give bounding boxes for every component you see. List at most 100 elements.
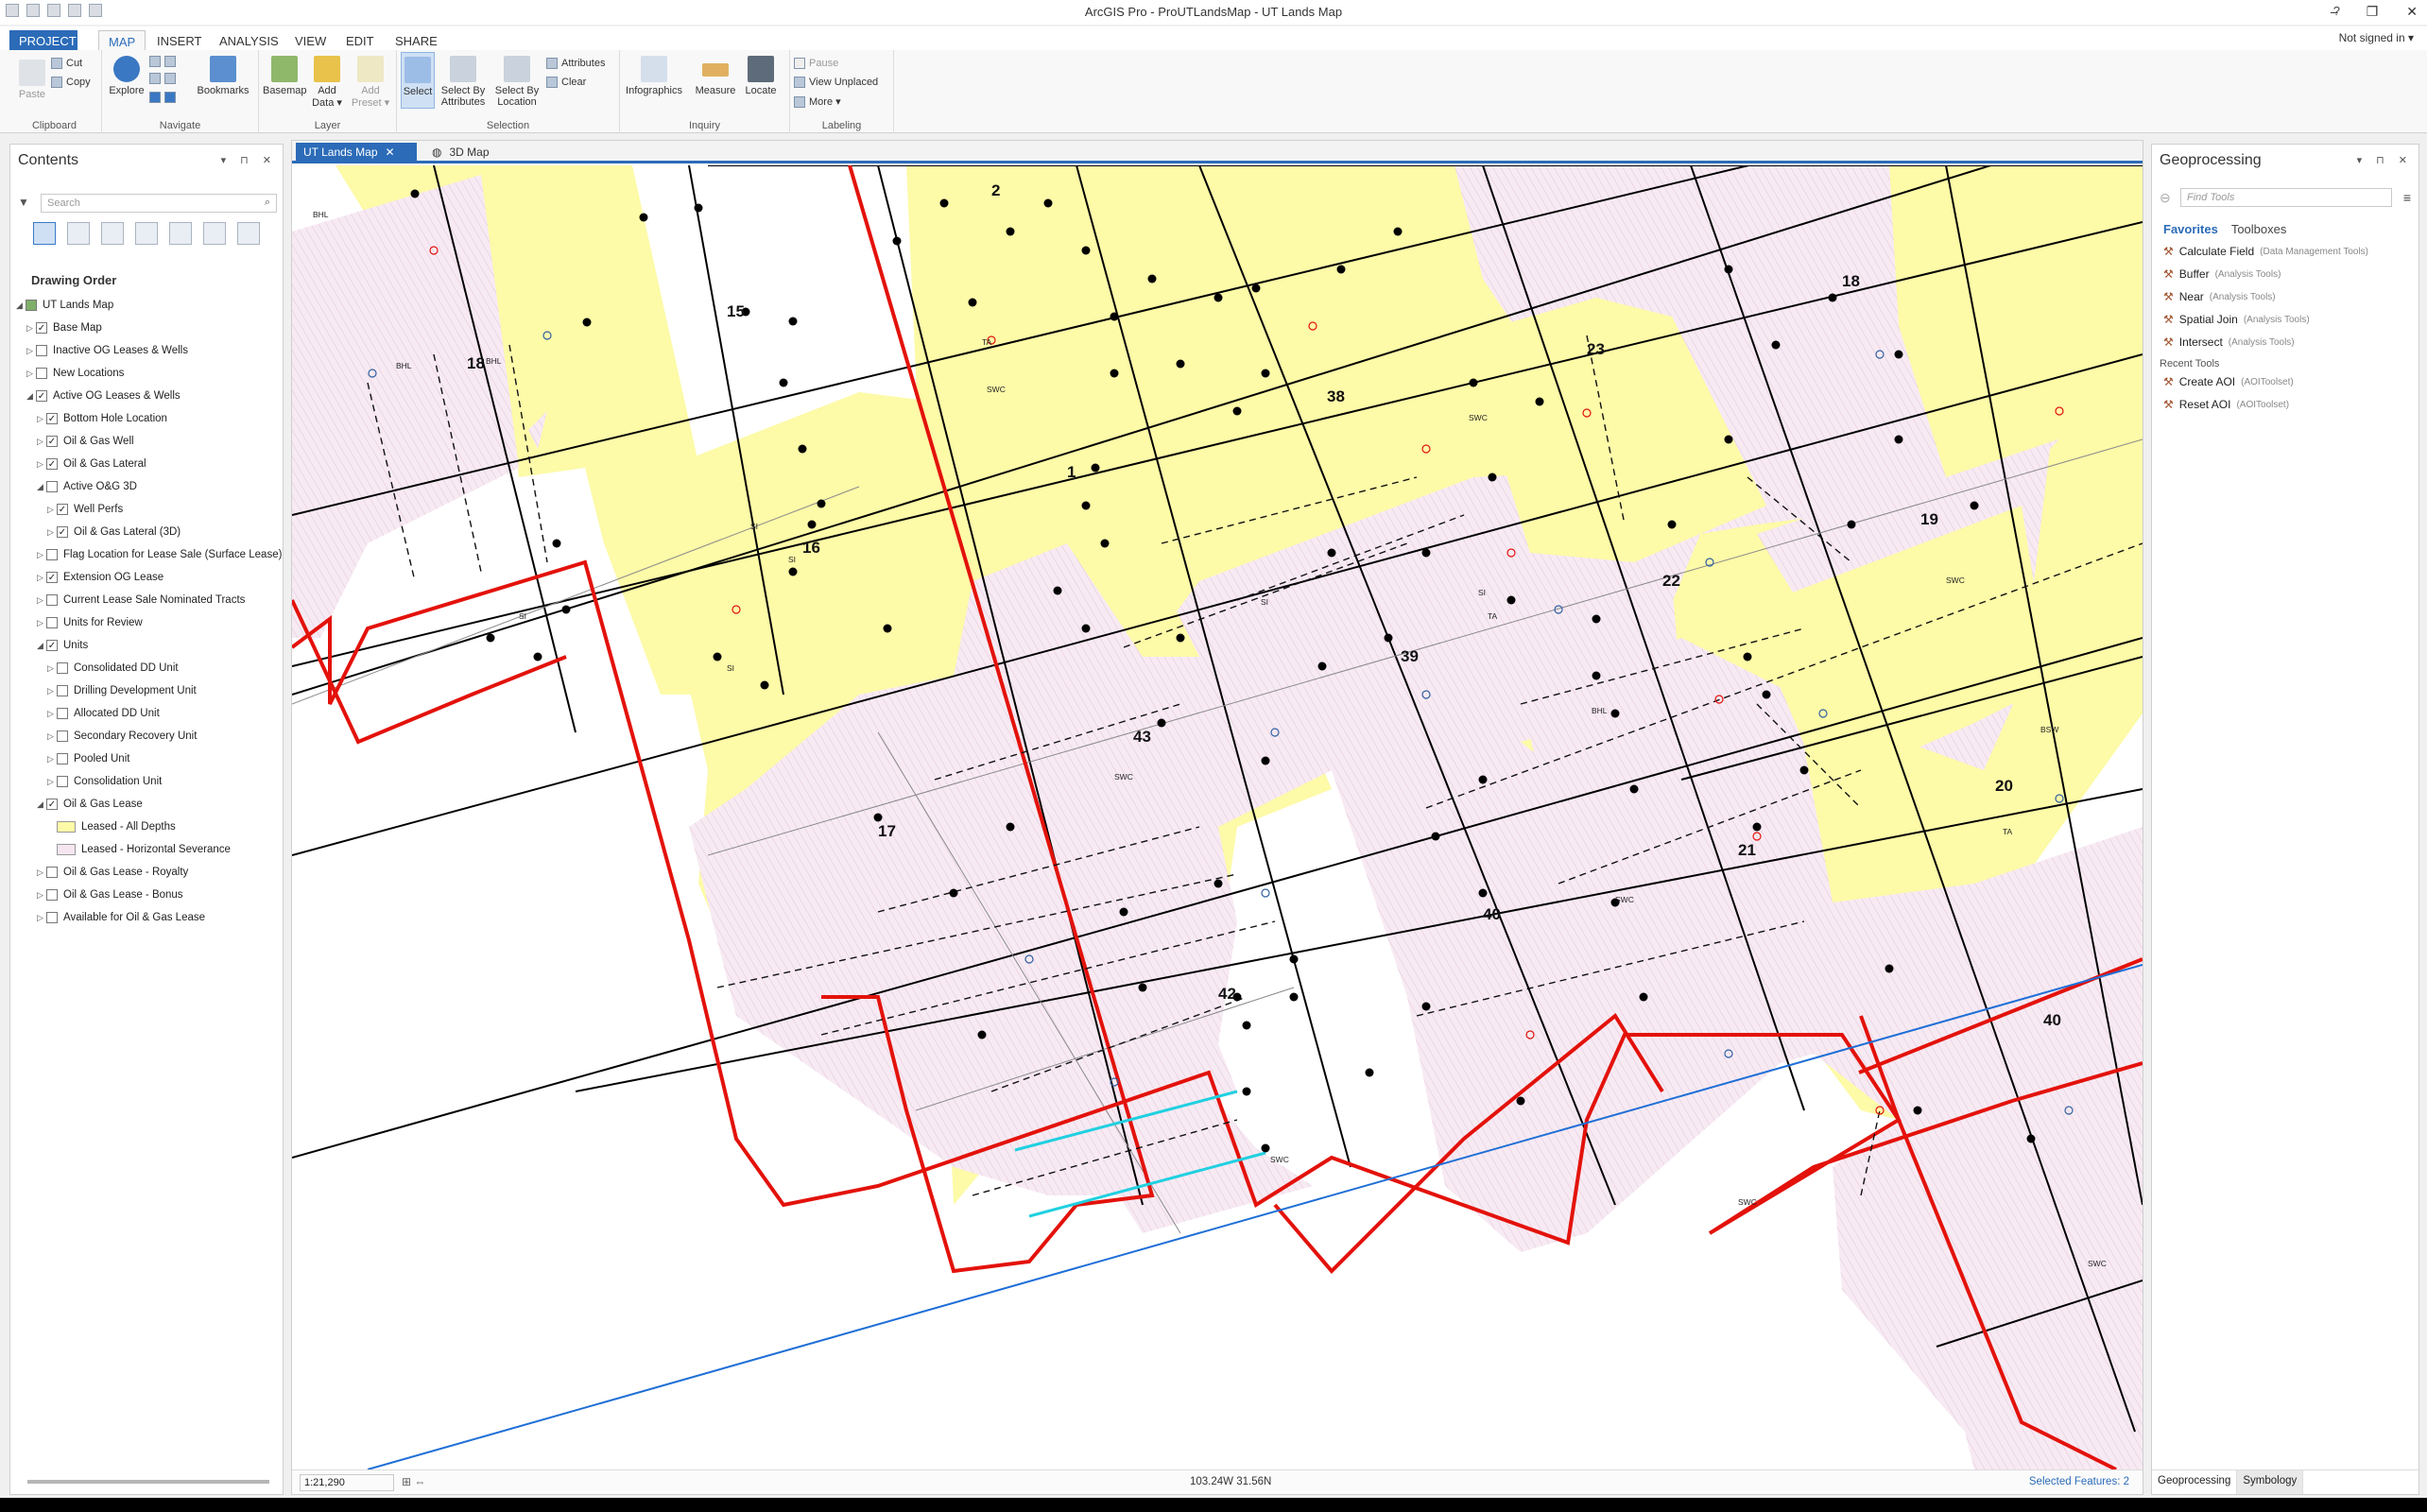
basemap-button[interactable]: Basemap [263,56,306,96]
layer-item[interactable]: ▷ Available for Oil & Gas Lease [37,908,205,927]
visibility-checkbox[interactable] [57,753,68,765]
expand-toggle-icon[interactable]: ▷ [47,686,57,696]
tool-item[interactable]: ⚒ Create AOI (AOIToolset) [2163,375,2294,388]
layer-item[interactable]: ▷ Oil & Gas Lease - Royalty [37,863,188,882]
pane-controls[interactable]: ▾ ⊓ ✕ [221,154,277,166]
layer-item[interactable]: ▷ Consolidated DD Unit [47,659,179,678]
expand-toggle-icon[interactable]: ◢ [26,391,36,402]
layer-item[interactable]: ▷ Secondary Recovery Unit [47,727,197,746]
tool-item[interactable]: ⚒ Calculate Field (Data Management Tools) [2163,245,2368,258]
tab-project[interactable]: PROJECT [9,30,77,51]
list-by-source-icon[interactable] [67,222,90,245]
tool-item[interactable]: ⚒ Spatial Join (Analysis Tools) [2163,313,2310,326]
layer-item[interactable]: Leased - All Depths [47,817,176,836]
expand-toggle-icon[interactable]: ▷ [37,618,46,628]
view-unplaced-button[interactable]: View Unplaced [794,77,878,88]
layer-item[interactable]: ▷ Units for Review [37,613,143,632]
visibility-checkbox[interactable] [46,549,58,560]
tab-3d-map[interactable]: ◍ 3D Map [424,143,497,162]
expand-toggle-icon[interactable]: ▷ [47,777,57,787]
layer-item[interactable]: ▷ New Locations [26,364,124,383]
visibility-checkbox[interactable]: ✓ [46,640,58,651]
visibility-checkbox[interactable] [36,345,47,356]
expand-toggle-icon[interactable]: ▷ [37,890,46,901]
tab-geoprocessing[interactable]: Geoprocessing [2152,1470,2238,1494]
expand-toggle-icon[interactable]: ▷ [26,369,36,379]
expand-toggle-icon[interactable]: ▷ [47,731,57,742]
layer-item[interactable]: ◢ ✓ Oil & Gas Lease [37,795,143,814]
tab-insert[interactable]: INSERT [147,30,211,51]
find-tools-input[interactable]: Find Tools [2180,188,2392,207]
layer-item[interactable]: ▷ ✓ Oil & Gas Well [37,432,134,451]
selected-features-count[interactable]: Selected Features: 2 [2029,1476,2129,1487]
more-labeling-button[interactable]: More ▾ [794,95,841,108]
back-icon[interactable]: ⊖ [2160,190,2171,206]
layer-item[interactable]: ▷ ✓ Oil & Gas Lateral (3D) [47,523,181,541]
visibility-checkbox[interactable]: ✓ [36,390,47,402]
layer-item[interactable]: ▷ ✓ Oil & Gas Lateral [37,455,146,473]
visibility-checkbox[interactable] [46,867,58,878]
pause-labeling-button[interactable]: Pause [794,58,838,69]
expand-toggle-icon[interactable]: ▷ [47,709,57,719]
expand-toggle-icon[interactable]: ▷ [26,346,36,356]
scale-selector[interactable]: 1:21,290 [300,1474,394,1491]
expand-toggle-icon[interactable]: ◢ [37,799,46,810]
locate-button[interactable]: Locate [741,56,781,96]
visibility-checkbox[interactable] [46,912,58,923]
select-by-location-button[interactable]: Select By Location [491,56,542,108]
horizontal-scrollbar[interactable] [16,1477,281,1486]
layer-item[interactable]: ▷ Oil & Gas Lease - Bonus [37,885,183,904]
expand-toggle-icon[interactable]: ◢ [37,482,46,492]
visibility-checkbox[interactable]: ✓ [46,413,58,424]
visibility-checkbox[interactable] [36,368,47,379]
expand-toggle-icon[interactable]: ◢ [37,641,46,651]
expand-toggle-icon[interactable]: ▷ [37,595,46,606]
visibility-checkbox[interactable] [57,776,68,787]
layer-item[interactable]: ▷ ✓ Bottom Hole Location [37,409,167,428]
list-by-charts-icon[interactable] [237,222,260,245]
zoom-tools[interactable] [149,56,176,67]
scrollbar-thumb[interactable] [27,1480,269,1484]
expand-toggle-icon[interactable]: ▷ [47,505,57,515]
expand-toggle-icon[interactable]: ◢ [16,301,26,311]
expand-toggle-icon[interactable]: ▷ [37,550,46,560]
tool-item[interactable]: ⚒ Buffer (Analysis Tools) [2163,267,2281,281]
expand-toggle-icon[interactable]: ▷ [37,913,46,923]
close-tab-icon[interactable]: ✕ [386,146,395,159]
expand-toggle-icon[interactable]: ▷ [47,754,57,765]
layer-item[interactable]: ▷ ✓ Well Perfs [47,500,123,519]
tab-analysis[interactable]: ANALYSIS [210,30,288,51]
visibility-checkbox[interactable] [46,889,58,901]
expand-toggle-icon[interactable]: ▷ [47,527,57,538]
expand-toggle-icon[interactable]: ▷ [26,323,36,334]
layer-item[interactable]: ▷ Pooled Unit [47,749,129,768]
copy-button[interactable]: Copy [51,77,91,88]
add-data-button[interactable]: Add Data ▾ [306,56,348,109]
layer-item[interactable]: ◢ ✓ Units [37,636,88,655]
list-by-selection-icon[interactable] [101,222,124,245]
expand-toggle-icon[interactable]: ▷ [47,663,57,674]
zoom-tools-2[interactable] [149,73,176,84]
expand-toggle-icon[interactable]: ▷ [37,437,46,447]
tool-item[interactable]: ⚒ Intersect (Analysis Tools) [2163,335,2295,349]
map-canvas[interactable]: 2 15 18 16 1 38 17 43 39 42 40 23 22 18 19 20 21 40 BHL BHL… [292,165,2143,1469]
map-drawing[interactable]: 2 15 18 16 1 38 17 43 39 42 40 23 22 18 19 20 21 40 BHL BHL… [292,165,2143,1469]
layer-item[interactable]: ▷ Inactive OG Leases & Wells [26,341,188,360]
expand-toggle-icon[interactable]: ▷ [37,573,46,583]
tab-ut-lands-map[interactable]: UT Lands Map ✕ [296,143,417,162]
layer-item[interactable]: ◢ ✓ Active OG Leases & Wells [26,387,181,405]
sign-in-status[interactable]: Not signed in ▾ [2339,31,2414,44]
tool-item[interactable]: ⚒ Near (Analysis Tools) [2163,290,2276,303]
visibility-checkbox[interactable] [57,730,68,742]
visibility-checkbox[interactable] [46,594,58,606]
visibility-checkbox[interactable] [57,685,68,696]
layer-item[interactable]: ▷ Allocated DD Unit [47,704,160,723]
pane-controls[interactable]: ▾ ⊓ ✕ [2357,154,2413,166]
infographics-button[interactable]: Infographics [626,56,682,96]
visibility-checkbox[interactable]: ✓ [46,436,58,447]
visibility-checkbox[interactable]: ✓ [46,458,58,470]
close-button[interactable]: ✕ [2406,4,2418,20]
list-by-labeling-icon[interactable] [203,222,226,245]
visibility-checkbox[interactable]: ✓ [46,799,58,810]
tab-share[interactable]: SHARE [386,30,447,51]
